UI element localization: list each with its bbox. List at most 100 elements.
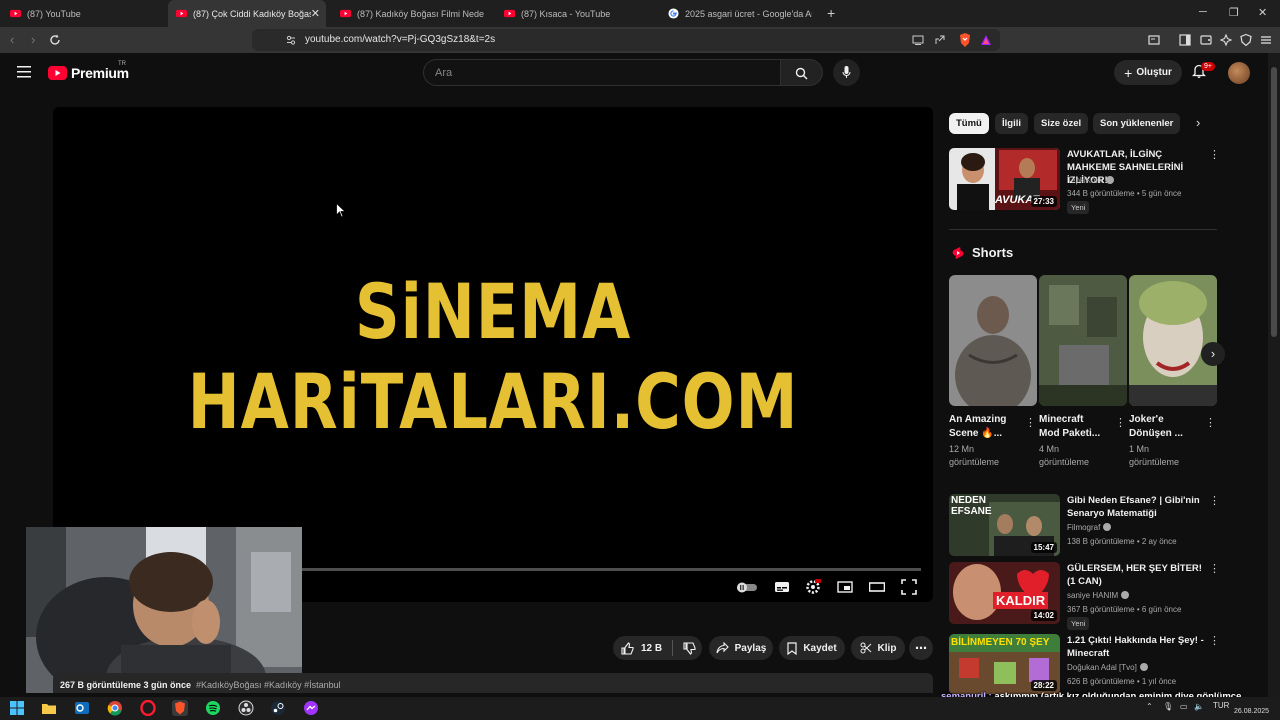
obs-studio-icon[interactable] [238, 700, 254, 716]
outlook-icon[interactable] [74, 700, 90, 716]
video-thumbnail[interactable]: KALDIR 14:02 [949, 562, 1060, 624]
brave-browser-icon[interactable] [172, 700, 188, 716]
steam-icon[interactable] [270, 700, 286, 716]
chip-related[interactable]: İlgili [995, 113, 1028, 134]
scrollbar-thumb[interactable] [1271, 67, 1277, 337]
miniplayer-icon[interactable] [837, 579, 853, 595]
chip-for-you[interactable]: Size özel [1034, 113, 1089, 134]
video-title[interactable]: 1.21 Çıktı! Hakkında Her Şey! - Minecraf… [1067, 634, 1207, 660]
video-title[interactable]: GÜLERSEM, HER ŞEY BİTER! (1 CAN) [1067, 562, 1207, 588]
search-button[interactable] [781, 59, 823, 86]
channel-name[interactable]: saniye HANIM [1067, 591, 1130, 600]
more-actions-button[interactable]: ⋯ [909, 636, 933, 660]
system-date[interactable]: 26.08.2025 [1234, 708, 1269, 715]
more-vertical-icon[interactable]: ⋮ [1209, 634, 1220, 647]
recommended-video[interactable]: KALDIR 14:02 GÜLERSEM, HER ŞEY BİTER! (1… [949, 562, 1220, 630]
share-button[interactable]: Paylaş [709, 636, 773, 660]
new-tab-icon[interactable]: + [827, 5, 835, 21]
create-button[interactable]: + Oluştur [1114, 60, 1182, 85]
hashtags[interactable]: #KadıköyBoğası #Kadıköy #İstanbul [196, 680, 341, 690]
leo-ai-icon[interactable] [1219, 33, 1233, 47]
channel-name[interactable]: Filmograf [1067, 523, 1112, 532]
like-count[interactable]: 12 B [641, 643, 662, 654]
short-thumbnail[interactable] [949, 275, 1037, 406]
file-explorer-icon[interactable] [41, 700, 57, 716]
vpn-shield-icon[interactable] [1239, 33, 1253, 47]
subtitles-icon[interactable] [774, 579, 790, 595]
recommended-video[interactable]: BİLİNMEYEN 70 ŞEY 28:22 1.21 Çıktı! Hakk… [949, 634, 1220, 694]
network-icon[interactable]: ▭ [1180, 702, 1188, 711]
more-vertical-icon[interactable]: ⋮ [1209, 494, 1220, 507]
more-vertical-icon[interactable]: ⋮ [1025, 416, 1036, 429]
microphone-tray-icon[interactable]: 🎙 [1163, 702, 1173, 711]
opera-icon[interactable] [140, 700, 156, 716]
more-vertical-icon[interactable]: ⋮ [1209, 562, 1220, 575]
browser-tab-google-search[interactable]: 2025 asgari ücret - Google'da Ara [660, 0, 820, 27]
account-avatar[interactable] [1228, 62, 1250, 84]
browser-tab-active-video[interactable]: (87) Çok Ciddi Kadıköy Boğası İn ✕ [168, 0, 326, 27]
browser-menu-icon[interactable] [1259, 33, 1273, 47]
more-vertical-icon[interactable]: ⋮ [1209, 148, 1220, 161]
youtube-premium-logo[interactable]: Premium TR [48, 61, 129, 81]
short-item[interactable]: Joker'e Dönüşen ... 1 Mn görüntüleme ⋮ [1129, 275, 1217, 469]
back-icon[interactable]: ‹ [10, 32, 14, 47]
description-box[interactable]: 267 B görüntüleme 3 gün önce #KadıköyBoğ… [53, 673, 933, 693]
autoplay-toggle-icon[interactable] [736, 579, 758, 595]
channel-name[interactable]: Doğukan Adal [Tvo] [1067, 663, 1148, 672]
address-bar[interactable]: youtube.com/watch?v=Pj-GQ3gSz18&t=2s [252, 29, 1000, 51]
wallet-icon[interactable] [1147, 33, 1161, 47]
video-thumbnail[interactable]: AVUKAT 27:33 [949, 148, 1060, 210]
recommended-video[interactable]: NEDEN EFSANE 15:47 Gibi Neden Efsane? | … [949, 494, 1220, 556]
fullscreen-icon[interactable] [901, 579, 917, 595]
short-item[interactable]: An Amazing Scene 🔥... 12 Mn görüntüleme … [949, 275, 1037, 469]
close-tab-icon[interactable]: ✕ [311, 7, 320, 20]
page-scrollbar[interactable] [1268, 53, 1280, 700]
video-title[interactable]: Gibi Neden Efsane? | Gibi'nin Senaryo Ma… [1067, 494, 1207, 520]
chevron-right-icon[interactable]: › [1196, 115, 1200, 130]
brave-rewards-icon[interactable] [980, 34, 992, 46]
tray-chevron-up-icon[interactable]: ⌃ [1146, 702, 1153, 711]
sidebar-toggle-icon[interactable] [1178, 33, 1192, 47]
browser-tab-kisaca[interactable]: (87) Kısaca - YouTube [496, 0, 656, 27]
more-vertical-icon[interactable]: ⋮ [1205, 416, 1216, 429]
spotify-icon[interactable] [205, 700, 221, 716]
video-thumbnail[interactable]: NEDEN EFSANE 15:47 [949, 494, 1060, 556]
messenger-icon[interactable] [303, 700, 319, 716]
brave-shields-icon[interactable] [958, 32, 972, 48]
reload-icon[interactable] [48, 33, 62, 47]
save-button[interactable]: Kaydet [779, 636, 845, 660]
like-thumb-icon[interactable] [621, 641, 634, 655]
volume-icon[interactable]: 🔈 [1194, 702, 1204, 711]
channel-name[interactable]: TepkiKolik [1067, 176, 1115, 185]
voice-search-button[interactable] [833, 59, 860, 86]
short-item[interactable]: Minecraft Mod Paketi... 4 Mn görüntüleme… [1039, 275, 1127, 469]
crypto-wallet-icon[interactable] [1199, 33, 1213, 47]
hamburger-menu-icon[interactable] [17, 66, 31, 78]
browser-tab-youtube-home[interactable]: (87) YouTube [2, 0, 168, 27]
settings-gear-icon[interactable] [805, 579, 821, 595]
short-thumbnail[interactable] [1129, 275, 1217, 406]
chrome-icon[interactable] [107, 700, 123, 716]
tab-title: (87) Kısaca - YouTube [521, 8, 611, 19]
input-language[interactable]: TUR [1213, 701, 1229, 710]
minimize-window-icon[interactable]: ─ [1199, 6, 1207, 18]
theater-mode-icon[interactable] [869, 579, 885, 595]
cast-icon[interactable] [912, 34, 924, 46]
restore-window-icon[interactable]: ❐ [1229, 6, 1239, 19]
chip-all[interactable]: Tümü [949, 113, 989, 134]
share-page-icon[interactable] [934, 34, 946, 46]
dislike-thumb-icon[interactable] [683, 641, 696, 655]
site-info-icon[interactable] [285, 34, 297, 46]
forward-icon[interactable]: › [31, 32, 35, 47]
windows-start-icon[interactable] [9, 700, 25, 716]
more-vertical-icon[interactable]: ⋮ [1115, 416, 1126, 429]
browser-tab-kadikoy-film[interactable]: (87) Kadıköy Boğası Filmi Neden Yapı [332, 0, 492, 27]
video-thumbnail[interactable]: BİLİNMEYEN 70 ŞEY 28:22 [949, 634, 1060, 694]
clip-button[interactable]: Klip [851, 636, 905, 660]
close-window-icon[interactable]: ✕ [1258, 6, 1267, 19]
recommended-video[interactable]: AVUKAT 27:33 AVUKATLAR, İLGİNÇ MAHKEME S… [949, 148, 1220, 218]
shorts-next-arrow-icon[interactable]: › [1201, 342, 1225, 366]
chip-recently-uploaded[interactable]: Son yüklenenler [1093, 113, 1181, 134]
short-thumbnail[interactable] [1039, 275, 1127, 406]
search-input[interactable]: Ara [423, 59, 781, 86]
